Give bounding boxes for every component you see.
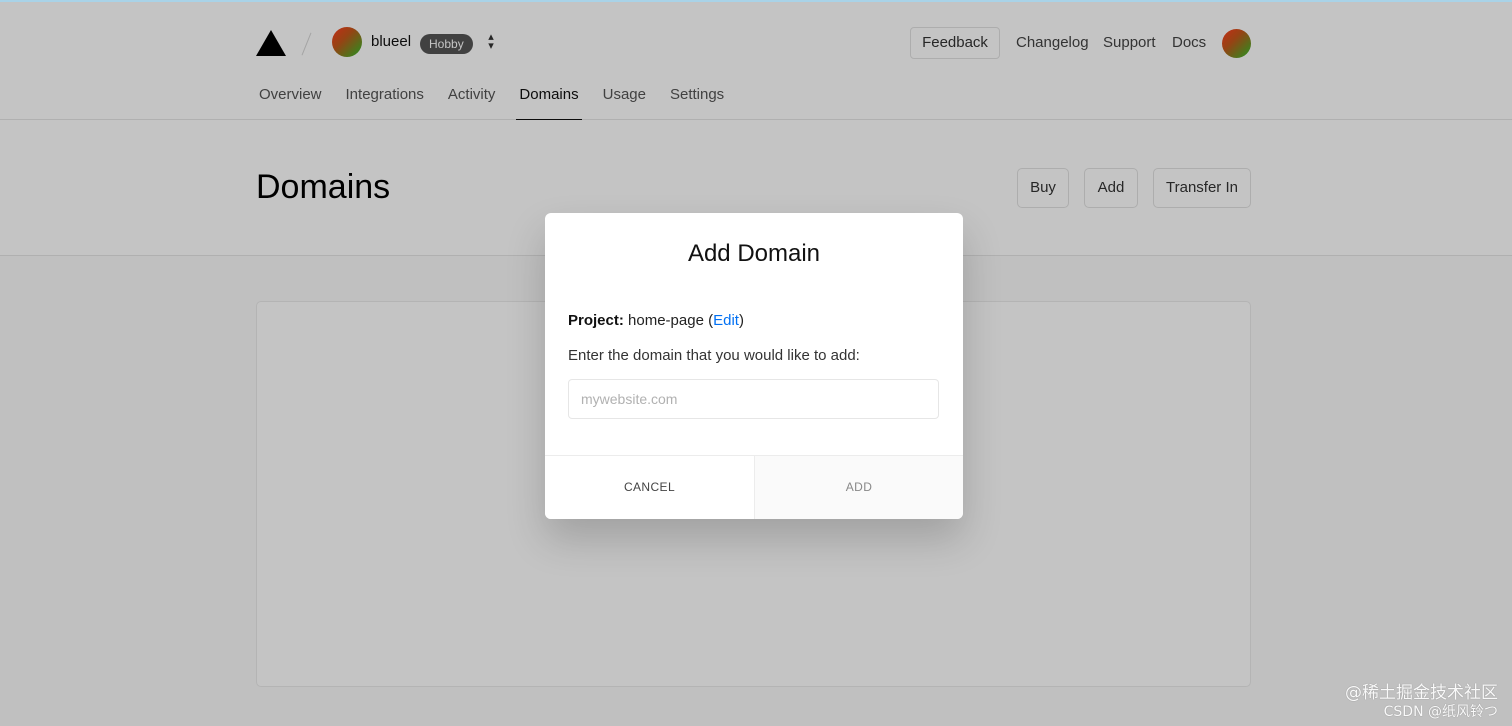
add-domain-modal: Add Domain Project: home-page (Edit) Ent… (545, 213, 963, 519)
project-label: Project: (568, 312, 624, 329)
cancel-button[interactable]: CANCEL (545, 456, 754, 519)
edit-paren-close: ) (738, 312, 744, 329)
modal-title: Add Domain (687, 240, 821, 267)
watermark: @稀土掘金技术社区 CSDN @纸风铃つ (1345, 683, 1498, 721)
modal-footer: CANCEL ADD (545, 455, 963, 519)
project-row: Project: home-page (Edit) (568, 312, 744, 329)
watermark-line-1: @稀土掘金技术社区 (1345, 683, 1498, 703)
top-accent-line (0, 0, 1512, 2)
confirm-add-button[interactable]: ADD (754, 456, 963, 519)
domain-instruction: Enter the domain that you would like to … (568, 347, 860, 364)
edit-project-link[interactable]: Edit (713, 312, 739, 329)
watermark-line-2: CSDN @纸风铃つ (1383, 704, 1498, 720)
project-name: home-page (628, 312, 704, 329)
domain-input[interactable] (568, 379, 939, 419)
